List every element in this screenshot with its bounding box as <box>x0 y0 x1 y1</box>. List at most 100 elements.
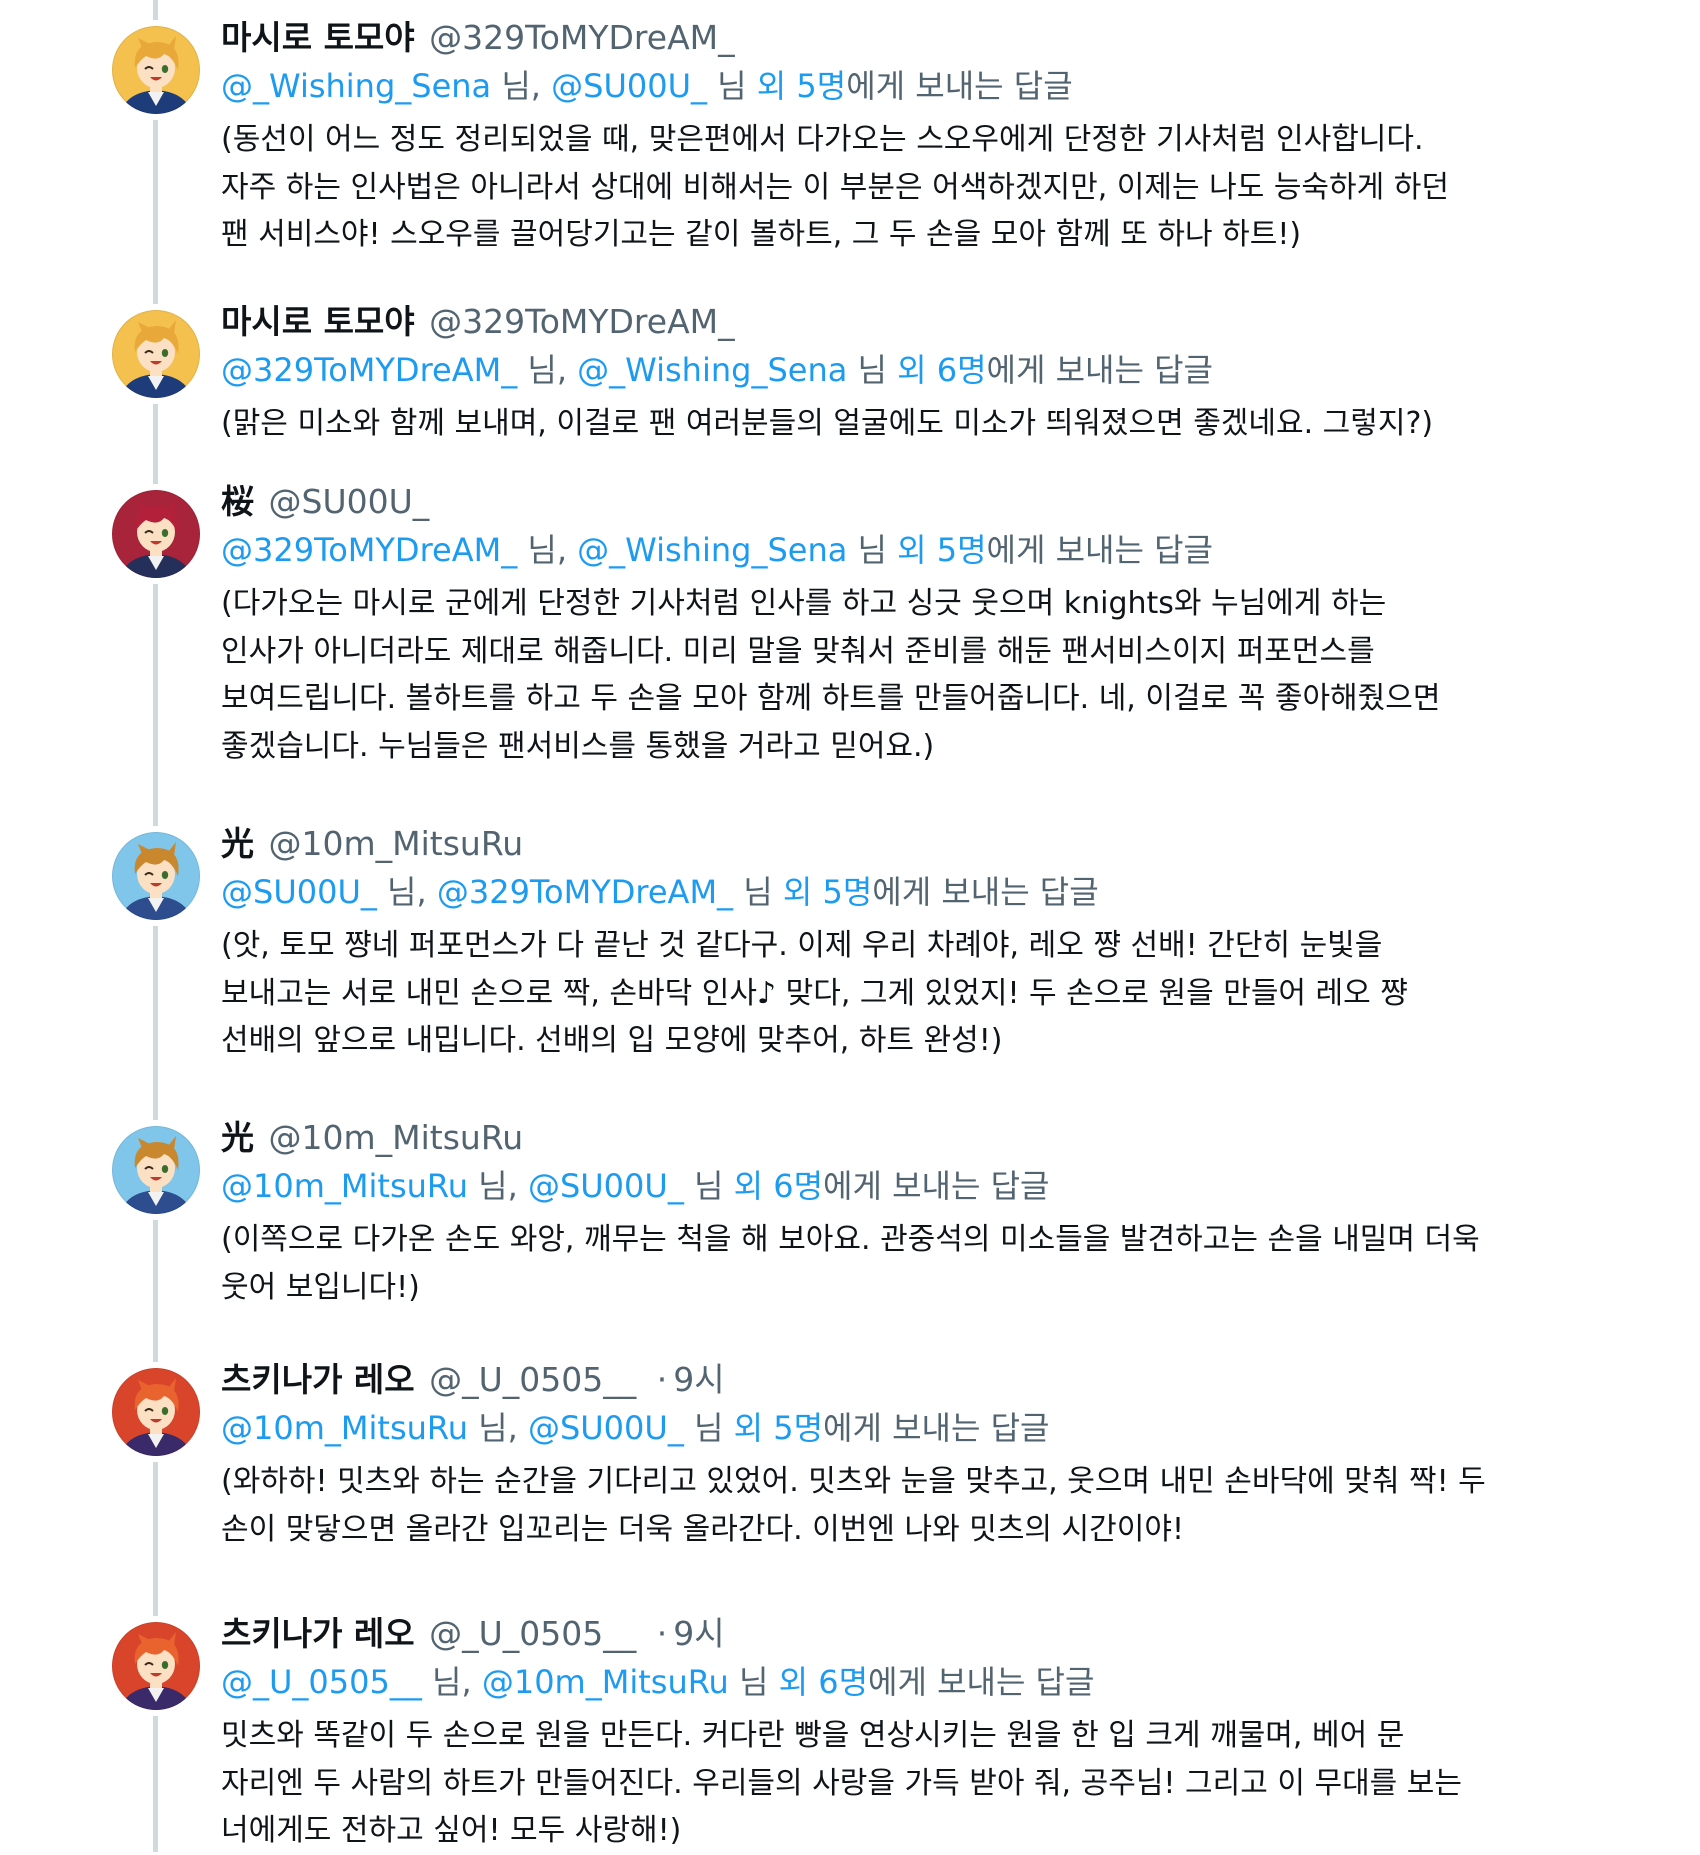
mention-link[interactable]: @10m_MitsuRu <box>221 1167 468 1205</box>
mention-link[interactable]: @SU00U_ <box>528 1409 684 1447</box>
leo-avatar-icon[interactable] <box>112 1622 200 1710</box>
nim-separator: 님, <box>467 1409 528 1447</box>
user-handle[interactable]: @SU00U_ <box>269 482 430 521</box>
display-name[interactable]: 마시로 토모야 <box>221 18 415 57</box>
tweet-body-line: 너에게도 전하고 싶어! 모두 사랑해!) <box>221 1813 682 1848</box>
mention-link[interactable]: @SU00U_ <box>551 67 707 105</box>
tweet-body-line: (이쪽으로 다가온 손도 와앙, 깨무는 척을 해 보아요. 관중석의 미소들을… <box>221 1222 1480 1257</box>
tweet-body: (와하하! 밋츠와 하는 순간을 기다리고 있었어. 밋츠와 눈을 맞추고, 웃… <box>221 1458 1521 1553</box>
time-separator: · <box>656 1360 668 1399</box>
display-name[interactable]: 光 <box>221 824 254 863</box>
nim-separator: 님, <box>467 1167 528 1205</box>
thread-connector-line <box>153 0 158 1852</box>
mention-link[interactable]: @_Wishing_Sena <box>577 531 847 569</box>
others-count-link[interactable]: 외 6명 <box>734 1167 823 1205</box>
tsukasa-avatar-icon[interactable] <box>112 490 200 578</box>
tweet-body: (동선이 어느 정도 정리되었을 때, 맞은편에서 다가오는 스오우에게 단정한… <box>221 116 1521 259</box>
tweet-body-line: (맑은 미소와 함께 보내며, 이걸로 팬 여러분들의 얼굴에도 미소가 띄워졌… <box>221 406 1434 441</box>
tweet-body-line: 밋츠와 똑같이 두 손으로 원을 만든다. 커다란 빵을 연상시키는 원을 한 … <box>221 1718 1405 1753</box>
replying-to-line: @_Wishing_Sena 님, @SU00U_ 님 외 5명에게 보내는 답… <box>221 62 1521 110</box>
tweet-header: 츠키나가 레오 @_U_0505__ · 9시 <box>221 1356 1521 1404</box>
display-name[interactable]: 光 <box>221 1118 254 1157</box>
reply-tail: 에게 보내는 답글 <box>986 351 1213 389</box>
nim-suffix: 님 <box>847 531 898 569</box>
tweet-body-line: (와하하! 밋츠와 하는 순간을 기다리고 있었어. 밋츠와 눈을 맞추고, 웃… <box>221 1464 1486 1499</box>
reply-tail: 에게 보내는 답글 <box>986 531 1213 569</box>
mention-link[interactable]: @SU00U_ <box>221 873 377 911</box>
tweet-body-line: 좋겠습니다. 누님들은 팬서비스를 통했을 거라고 믿어요.) <box>221 728 935 764</box>
tweet-header: 마시로 토모야 @329ToMYDreAM_ <box>221 298 1521 346</box>
reply-tail: 에게 보내는 답글 <box>823 1167 1050 1205</box>
leo-avatar-icon[interactable] <box>112 1368 200 1456</box>
replying-to-line: @10m_MitsuRu 님, @SU00U_ 님 외 6명에게 보내는 답글 <box>221 1162 1521 1210</box>
tweet-body-line: (다가오는 마시로 군에게 단정한 기사처럼 인사를 하고 싱긋 웃으며 kni… <box>221 586 1387 621</box>
replying-to-line: @329ToMYDreAM_ 님, @_Wishing_Sena 님 외 6명에… <box>221 346 1521 394</box>
tomoya-avatar-icon[interactable] <box>112 310 200 398</box>
mention-link[interactable]: @_U_0505__ <box>221 1663 422 1701</box>
tomoya-avatar-icon[interactable] <box>112 26 200 114</box>
mention-link[interactable]: @329ToMYDreAM_ <box>221 351 517 389</box>
display-name[interactable]: 마시로 토모야 <box>221 302 415 341</box>
tweet-timestamp[interactable]: 9시 <box>673 1360 724 1399</box>
nim-suffix: 님 <box>707 67 757 105</box>
reply-tail: 에게 보내는 답글 <box>846 67 1073 105</box>
mention-link[interactable]: @10m_MitsuRu <box>221 1409 468 1447</box>
user-handle[interactable]: @329ToMYDreAM_ <box>429 18 734 57</box>
nim-suffix: 님 <box>683 1409 734 1447</box>
tweet-header: 츠키나가 레오 @_U_0505__ · 9시 <box>221 1610 1521 1658</box>
mitsuru-avatar-icon[interactable] <box>112 1126 200 1214</box>
display-name[interactable]: 츠키나가 레오 <box>221 1360 415 1399</box>
nim-suffix: 님 <box>733 873 783 911</box>
tweet-body-line: 웃어 보입니다!) <box>221 1269 420 1305</box>
replying-to-line: @329ToMYDreAM_ 님, @_Wishing_Sena 님 외 5명에… <box>221 526 1521 574</box>
tweet-body: (맑은 미소와 함께 보내며, 이걸로 팬 여러분들의 얼굴에도 미소가 띄워졌… <box>221 400 1521 448</box>
tweet-body: 밋츠와 똑같이 두 손으로 원을 만든다. 커다란 빵을 연상시키는 원을 한 … <box>221 1712 1521 1855</box>
nim-suffix: 님 <box>683 1167 734 1205</box>
tweet-body: (앗, 토모 쨩네 퍼포먼스가 다 끝난 것 같다구. 이제 우리 차례야, 레… <box>221 922 1521 1065</box>
nim-separator: 님, <box>517 351 578 389</box>
nim-separator: 님, <box>517 531 578 569</box>
tweet-body-line: 인사가 아니더라도 제대로 해줍니다. 미리 말을 맞춰서 준비를 해둔 팬서비… <box>221 633 1375 669</box>
user-handle[interactable]: @_U_0505__ <box>429 1614 636 1653</box>
mention-link[interactable]: @SU00U_ <box>528 1167 684 1205</box>
display-name[interactable]: 츠키나가 레오 <box>221 1614 415 1653</box>
user-handle[interactable]: @_U_0505__ <box>429 1360 636 1399</box>
mention-link[interactable]: @10m_MitsuRu <box>482 1663 729 1701</box>
tweet-body-line: 선배의 앞으로 내밉니다. 선배의 입 모양에 맞추어, 하트 완성!) <box>221 1023 1003 1058</box>
reply-tail: 에게 보내는 답글 <box>868 1663 1095 1701</box>
reply-tail: 에게 보내는 답글 <box>823 1409 1050 1447</box>
replying-to-line: @_U_0505__ 님, @10m_MitsuRu 님 외 6명에게 보내는 … <box>221 1658 1521 1706</box>
tweet-body-line: 자리엔 두 사람의 하트가 만들어진다. 우리들의 사랑을 가득 받아 줘, 공… <box>221 1765 1463 1801</box>
display-name[interactable]: 桜 <box>221 482 254 521</box>
tweet-body-line: 손이 맞닿으면 올라간 입꼬리는 더욱 올라간다. 이번엔 나와 밋츠의 시간이… <box>221 1511 1184 1547</box>
others-count-link[interactable]: 외 6명 <box>897 351 986 389</box>
tweet-body-line: (앗, 토모 쨩네 퍼포먼스가 다 끝난 것 같다구. 이제 우리 차례야, 레… <box>221 928 1383 963</box>
nim-separator: 님, <box>376 873 437 911</box>
others-count-link[interactable]: 외 5명 <box>734 1409 823 1447</box>
user-handle[interactable]: @10m_MitsuRu <box>269 1118 524 1157</box>
tweet-body-line: 자주 하는 인사법은 아니라서 상대에 비해서는 이 부분은 어색하겠지만, 이… <box>221 169 1449 205</box>
mention-link[interactable]: @_Wishing_Sena <box>577 351 847 389</box>
mention-link[interactable]: @329ToMYDreAM_ <box>437 873 733 911</box>
tweet-header: 마시로 토모야 @329ToMYDreAM_ <box>221 14 1521 62</box>
user-handle[interactable]: @329ToMYDreAM_ <box>429 302 734 341</box>
tweet-body-line: (동선이 어느 정도 정리되었을 때, 맞은편에서 다가오는 스오우에게 단정한… <box>221 122 1424 157</box>
tweet-body: (이쪽으로 다가온 손도 와앙, 깨무는 척을 해 보아요. 관중석의 미소들을… <box>221 1216 1521 1311</box>
mention-link[interactable]: @_Wishing_Sena <box>221 67 491 105</box>
user-handle[interactable]: @10m_MitsuRu <box>269 824 524 863</box>
replying-to-line: @SU00U_ 님, @329ToMYDreAM_ 님 외 5명에게 보내는 답… <box>221 868 1521 916</box>
tweet-header: 桜 @SU00U_ <box>221 478 1521 526</box>
time-separator: · <box>656 1614 668 1653</box>
nim-suffix: 님 <box>847 351 898 389</box>
nim-suffix: 님 <box>728 1663 779 1701</box>
others-count-link[interactable]: 외 6명 <box>779 1663 868 1701</box>
tweet-body-line: 보내고는 서로 내민 손으로 짝, 손바닥 인사♪ 맞다, 그게 있었지! 두 … <box>221 975 1408 1011</box>
mention-link[interactable]: @329ToMYDreAM_ <box>221 531 517 569</box>
others-count-link[interactable]: 외 5명 <box>783 873 872 911</box>
replying-to-line: @10m_MitsuRu 님, @SU00U_ 님 외 5명에게 보내는 답글 <box>221 1404 1521 1452</box>
tweet-body-line: 팬 서비스야! 스오우를 끌어당기고는 같이 볼하트, 그 두 손을 모아 함께… <box>221 217 1302 252</box>
mitsuru-avatar-icon[interactable] <box>112 832 200 920</box>
others-count-link[interactable]: 외 5명 <box>757 67 846 105</box>
others-count-link[interactable]: 외 5명 <box>897 531 986 569</box>
tweet-timestamp[interactable]: 9시 <box>673 1614 724 1653</box>
